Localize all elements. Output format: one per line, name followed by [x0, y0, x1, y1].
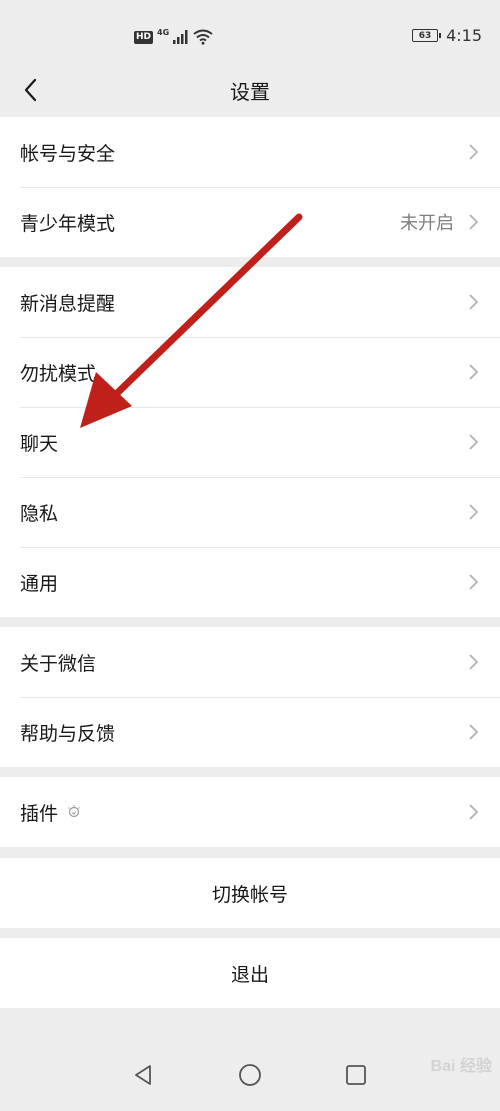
chevron-right-icon — [469, 804, 479, 820]
settings-item-plugins[interactable]: 插件 — [0, 777, 500, 847]
settings-item-do-not-disturb[interactable]: 勿扰模式 — [0, 337, 500, 407]
teen-mode-status: 未开启 — [400, 213, 454, 234]
settings-item-label: 插件 — [20, 802, 59, 825]
logout-label: 退出 — [230, 963, 269, 986]
switch-account-label: 切换帐号 — [211, 883, 288, 906]
chevron-right-icon — [469, 144, 479, 160]
triangle-back-icon — [135, 1065, 151, 1085]
logout-group: 退出 — [0, 938, 500, 1008]
settings-item-account-security[interactable]: 帐号与安全 — [0, 117, 500, 187]
switch-account-button[interactable]: 切换帐号 — [0, 858, 500, 928]
battery-icon: 63 — [412, 29, 442, 42]
settings-item-label: 勿扰模式 — [20, 362, 97, 385]
settings-item-teen-mode[interactable]: 青少年模式 未开启 — [0, 187, 500, 257]
battery-level: 63 — [418, 30, 432, 41]
settings-group-plugins: 插件 — [0, 777, 500, 847]
nav-home-button[interactable] — [235, 1060, 265, 1090]
settings-item-label: 关于微信 — [20, 652, 97, 675]
chevron-right-icon — [469, 724, 479, 740]
settings-item-label: 通用 — [20, 572, 59, 595]
settings-group-account: 帐号与安全 青少年模式 未开启 — [0, 117, 500, 257]
logout-button[interactable]: 退出 — [0, 938, 500, 1008]
bulb-icon — [68, 805, 80, 818]
settings-item-about-wechat[interactable]: 关于微信 — [0, 627, 500, 697]
page-title: 设置 — [230, 80, 270, 104]
settings-item-chat[interactable]: 聊天 — [0, 407, 500, 477]
square-recents-icon — [346, 1065, 366, 1085]
circle-home-icon — [239, 1064, 261, 1086]
wifi-icon — [193, 29, 213, 45]
settings-group-about: 关于微信 帮助与反馈 — [0, 627, 500, 767]
settings-item-label: 隐私 — [20, 502, 59, 525]
nav-recents-button[interactable] — [341, 1060, 371, 1090]
settings-item-label: 聊天 — [20, 432, 59, 455]
chevron-right-icon — [469, 294, 479, 310]
nav-back-button[interactable] — [128, 1060, 158, 1090]
chevron-right-icon — [469, 574, 479, 590]
settings-item-label: 帐号与安全 — [20, 142, 116, 165]
settings-item-notifications[interactable]: 新消息提醒 — [0, 267, 500, 337]
hd-badge: HD — [134, 30, 154, 44]
network-type: 4G — [157, 27, 170, 37]
signal-icon — [173, 30, 188, 44]
navigation-bar: 设置 — [0, 70, 500, 116]
chevron-right-icon — [469, 214, 479, 230]
chevron-right-icon — [469, 504, 479, 520]
settings-item-label: 帮助与反馈 — [20, 722, 116, 745]
settings-group-general: 新消息提醒 勿扰模式 聊天 隐私 通用 — [0, 267, 500, 617]
settings-item-label: 青少年模式 — [20, 212, 116, 235]
settings-item-help-feedback[interactable]: 帮助与反馈 — [0, 697, 500, 767]
status-bar: HD 4G 63 4:15 — [0, 0, 500, 70]
switch-account-group: 切换帐号 — [0, 858, 500, 928]
chevron-right-icon — [469, 434, 479, 450]
settings-item-label: 新消息提醒 — [20, 292, 116, 315]
watermark: Bai 经验 — [430, 1058, 492, 1075]
signal-group: HD 4G — [134, 28, 213, 46]
chevron-right-icon — [469, 654, 479, 670]
settings-item-general[interactable]: 通用 — [0, 547, 500, 617]
chevron-right-icon — [469, 364, 479, 380]
clock: 4:15 — [446, 26, 482, 45]
settings-item-privacy[interactable]: 隐私 — [0, 477, 500, 547]
system-navigation-bar — [0, 1040, 500, 1111]
